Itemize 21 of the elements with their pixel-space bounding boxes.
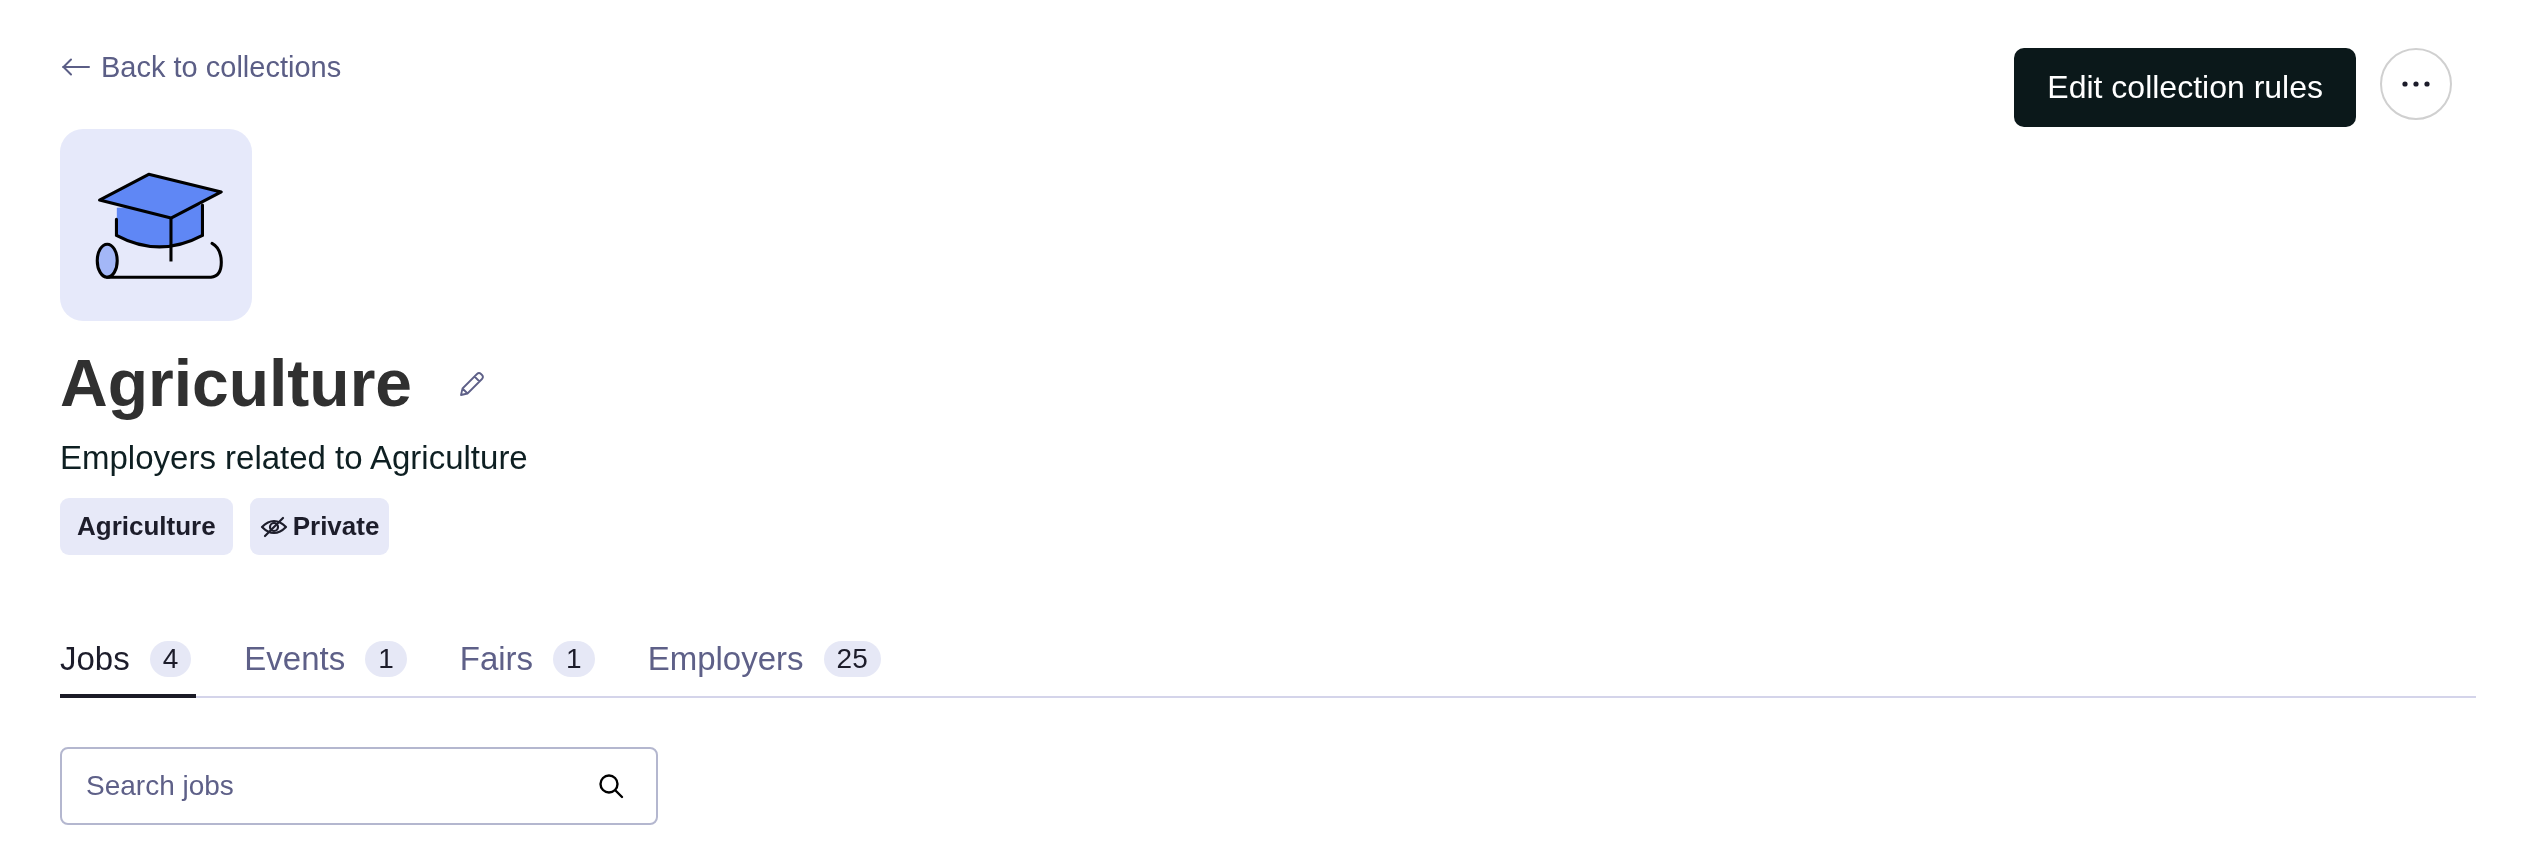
back-link[interactable]: Back to collections <box>62 48 342 86</box>
search-field[interactable]: Search jobs <box>60 747 658 825</box>
pencil-icon[interactable] <box>458 369 487 398</box>
tab[interactable]: Employers 25 <box>647 639 886 698</box>
more-icon <box>2402 81 2430 87</box>
category-tag: Agriculture <box>60 498 233 555</box>
count-badge: 1 <box>365 641 407 677</box>
tab[interactable]: Fairs 1 <box>459 639 600 698</box>
tab[interactable]: Events 1 <box>244 639 412 698</box>
arrow-left-icon <box>62 58 90 76</box>
collection-title: Agriculture <box>60 345 413 422</box>
search-icon <box>598 773 624 799</box>
count-badge: 25 <box>823 641 881 677</box>
graduation-cap-icon <box>60 129 252 321</box>
eye-slash-icon <box>259 515 288 538</box>
tab[interactable]: Jobs 4 <box>60 639 197 698</box>
count-badge: 4 <box>149 641 192 677</box>
edit-rules-button[interactable]: Edit collection rules <box>2014 48 2356 127</box>
collection-description: Employers related to Agriculture <box>60 438 528 478</box>
count-badge: 1 <box>553 641 595 677</box>
private-tag: Private <box>249 498 390 555</box>
